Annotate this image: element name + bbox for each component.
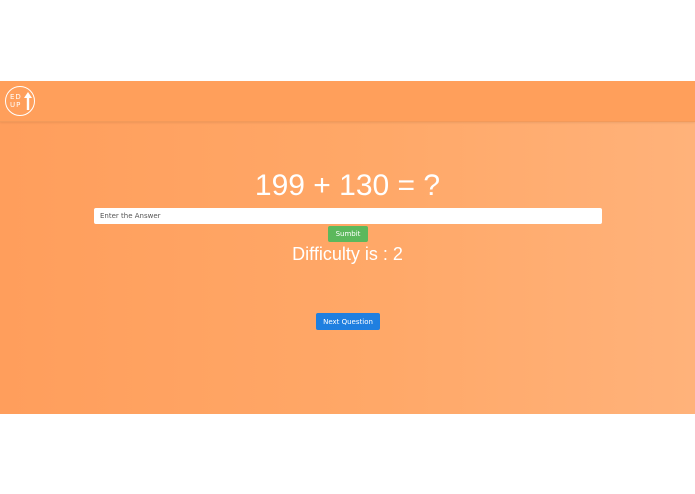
answer-input[interactable] xyxy=(94,208,602,224)
up-arrow-icon xyxy=(24,92,32,110)
edup-logo[interactable]: ED UP xyxy=(5,86,35,116)
difficulty-text: Difficulty is : 2 xyxy=(292,244,403,264)
logo-text: ED UP xyxy=(10,93,24,109)
logo-text-line2: UP xyxy=(10,101,22,109)
logo-text-line1: ED xyxy=(10,93,22,101)
navbar: ED UP xyxy=(0,81,695,122)
app-container: ED UP 199 + 130 = ? Sumbit Difficulty is… xyxy=(0,81,695,414)
question-text: 199 + 130 = ? xyxy=(254,169,441,202)
next-question-button[interactable]: Next Question xyxy=(316,313,380,330)
submit-button[interactable]: Sumbit xyxy=(328,226,368,242)
